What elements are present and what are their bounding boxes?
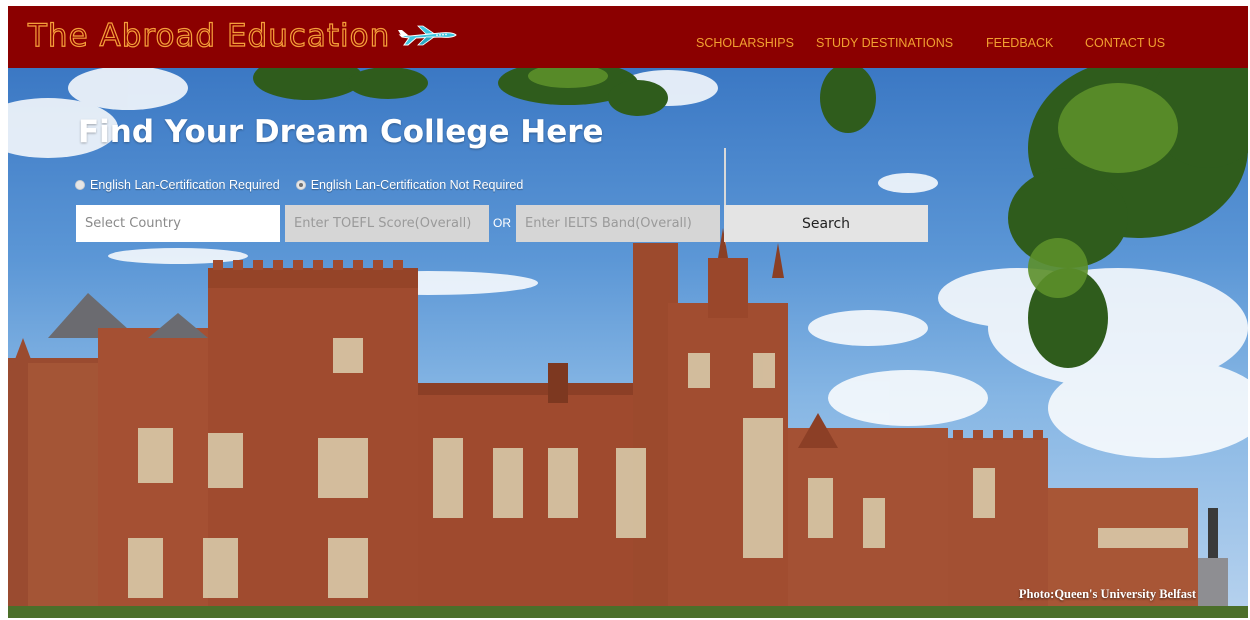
radio-cert-required-label: English Lan-Certification Required xyxy=(90,178,280,192)
photo-credit: Photo:Queen's University Belfast xyxy=(1018,587,1196,601)
radio-button-icon[interactable] xyxy=(75,180,85,190)
hero-title: Find Your Dream College Here xyxy=(78,114,604,150)
nav-links: SCHOLARSHIPS STUDY DESTINATIONS FEEDBACK… xyxy=(688,36,1248,56)
top-navbar: The Abroad Education SCHOLARSHIPS STUDY … xyxy=(8,6,1248,68)
brand-logo[interactable]: The Abroad Education xyxy=(27,17,458,55)
hero-background-photo xyxy=(8,68,1248,618)
radio-button-checked-icon[interactable] xyxy=(295,180,306,190)
airplane-icon xyxy=(398,25,458,46)
nav-feedback[interactable]: FEEDBACK xyxy=(986,36,1053,50)
brand-name: The Abroad Education xyxy=(27,17,391,54)
nav-contact-us[interactable]: CONTACT US xyxy=(1085,36,1165,50)
radio-cert-not-required[interactable]: English Lan-Certification Not Required xyxy=(295,178,524,192)
or-separator: OR xyxy=(493,216,511,230)
ielts-band-input[interactable] xyxy=(516,205,720,242)
nav-scholarships[interactable]: SCHOLARSHIPS xyxy=(696,36,794,50)
radio-cert-not-required-label: English Lan-Certification Not Required xyxy=(310,178,524,192)
country-select-input[interactable] xyxy=(76,205,280,242)
search-button[interactable]: Search xyxy=(724,205,928,242)
toefl-score-input[interactable] xyxy=(285,205,489,242)
nav-study-destinations[interactable]: STUDY DESTINATIONS xyxy=(816,36,953,50)
hero-banner: Find Your Dream College Here English Lan… xyxy=(8,68,1248,618)
radio-cert-required[interactable]: English Lan-Certification Required xyxy=(75,178,280,192)
page-frame: The Abroad Education SCHOLARSHIPS STUDY … xyxy=(8,6,1248,618)
language-cert-radio-group: English Lan-Certification Required Engli… xyxy=(75,178,539,192)
